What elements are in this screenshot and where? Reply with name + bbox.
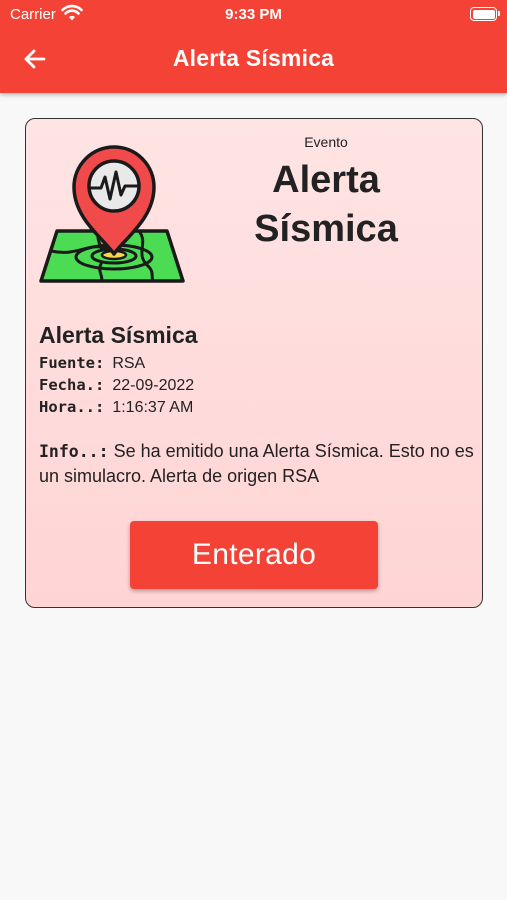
status-bar: Carrier 9:33 PM — [0, 0, 507, 30]
source-key: Fuente: — [39, 354, 105, 372]
event-label: Evento — [304, 134, 348, 150]
acknowledge-button[interactable]: Enterado — [130, 521, 378, 589]
info-key: Info..: — [39, 442, 109, 461]
alert-card: Evento Alerta Sísmica Alerta Sísmica Fue… — [25, 118, 483, 608]
date-value: 22-09-2022 — [112, 377, 195, 394]
source-value: RSA — [112, 355, 146, 372]
date-row: Fecha.: 22-09-2022 — [39, 376, 194, 395]
alert-heading: Alerta Sísmica — [39, 322, 198, 348]
battery-icon — [470, 7, 500, 21]
status-time: 9:33 PM — [225, 6, 282, 23]
time-key: Hora..: — [39, 398, 105, 416]
page-title: Alerta Sísmica — [172, 45, 335, 71]
date-key: Fecha.: — [39, 376, 105, 394]
source-row: Fuente: RSA — [39, 354, 145, 373]
info-text: Info..: Se ha emitido una Alerta Sísmica… — [39, 439, 474, 489]
app-bar: Carrier 9:33 PM Alerta Sísmica — [0, 0, 507, 93]
time-value: 1:16:37 AM — [112, 399, 194, 416]
seismic-map-pin-icon — [39, 145, 185, 283]
time-row: Hora..: 1:16:37 AM — [39, 398, 193, 417]
event-title: Alerta Sísmica — [254, 159, 398, 250]
